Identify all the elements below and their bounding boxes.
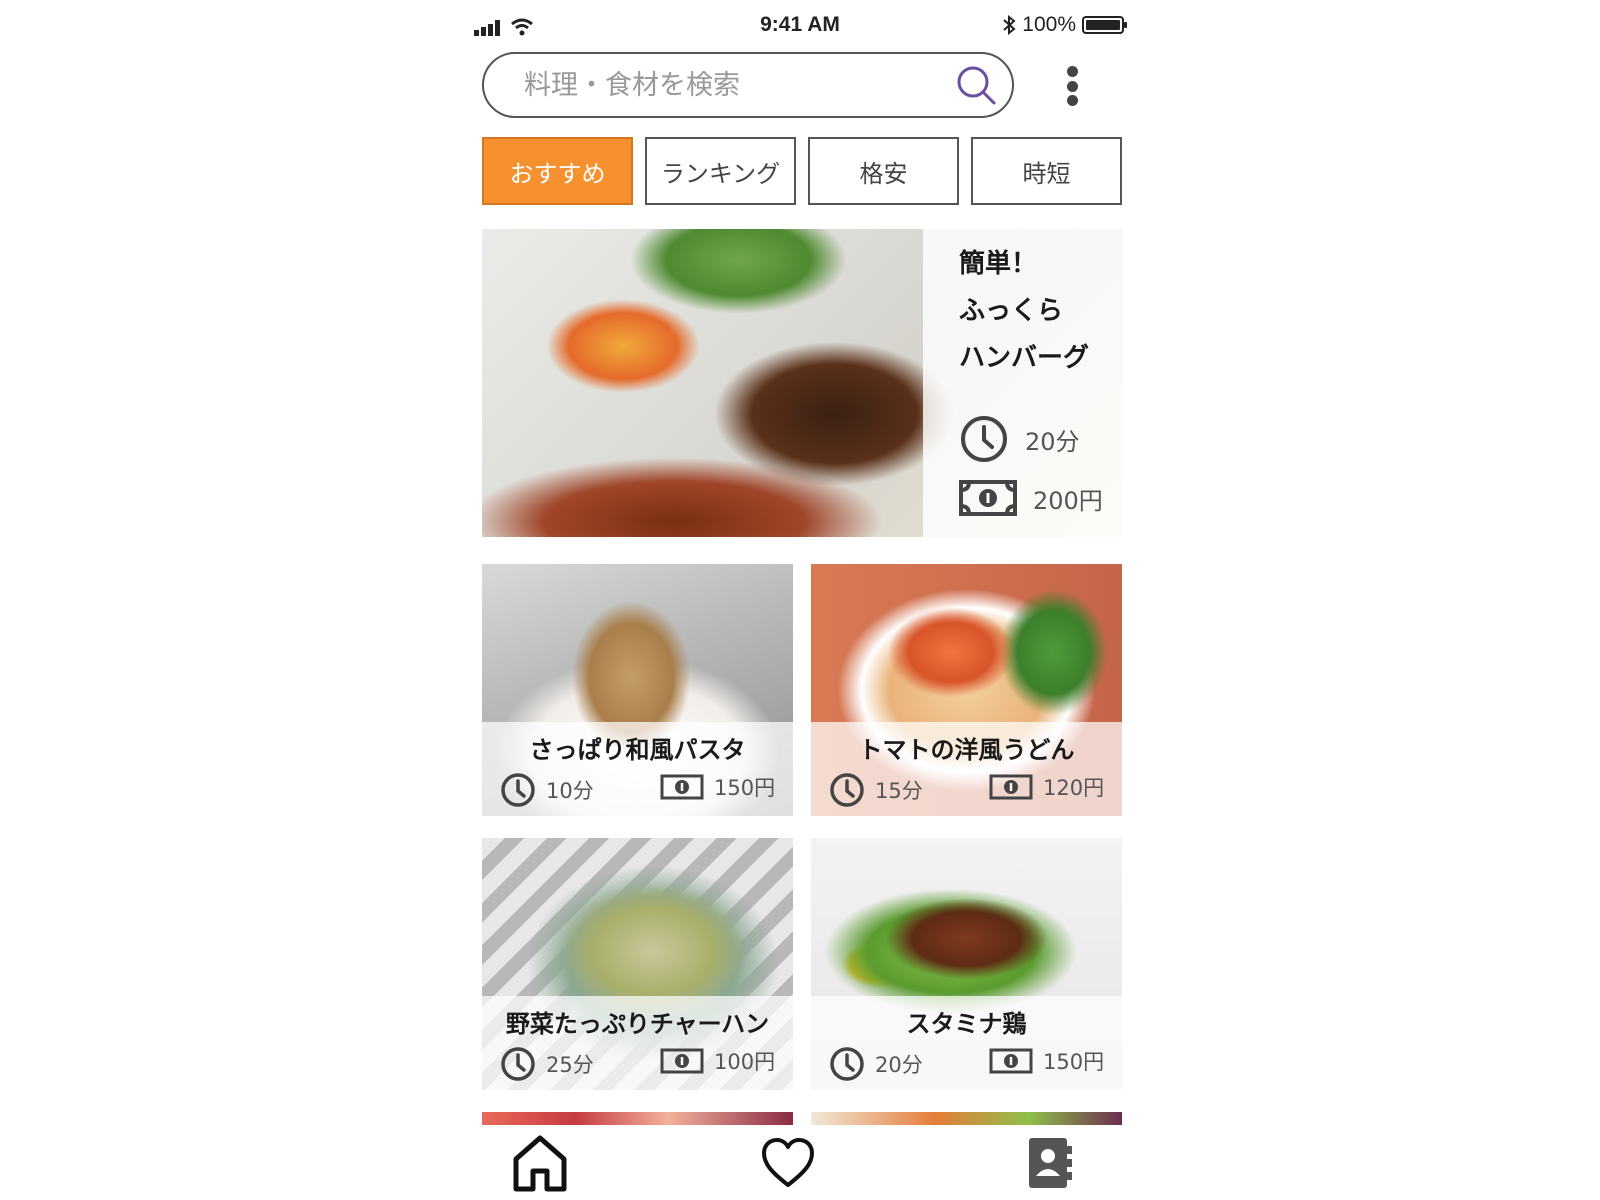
recipe-info-overlay: スタミナ鶏 20分 150円 <box>811 996 1122 1090</box>
search-input[interactable] <box>524 69 954 101</box>
phone-screen: 9:41 AM 100% おすすめ ランキング 格安 時短 簡単！ ふっくら ハ <box>464 0 1136 1200</box>
battery-percent: 100% <box>1022 13 1076 36</box>
tab-budget[interactable]: 格安 <box>808 137 959 205</box>
more-vertical-icon[interactable] <box>1052 62 1092 110</box>
recipe-time-value: 20分 <box>875 1053 923 1077</box>
recipe-name: 野菜たっぷりチャーハン <box>505 1010 770 1038</box>
money-icon <box>660 774 704 800</box>
contacts-icon <box>1029 1138 1072 1188</box>
recipe-info-overlay: さっぱり和風パスタ 10分 150円 <box>482 722 793 816</box>
recipe-price-value: 100円 <box>714 1050 776 1074</box>
featured-price-value: 200円 <box>1033 486 1103 515</box>
recipe-name: さっぱり和風パスタ <box>529 736 746 764</box>
recipe-card[interactable]: さっぱり和風パスタ 10分 150円 <box>482 564 793 816</box>
featured-title-line: 簡単！ <box>959 249 1038 279</box>
search-bar[interactable] <box>482 52 1014 118</box>
recipe-time-value: 15分 <box>875 779 923 803</box>
featured-time: 20分 <box>959 414 1080 464</box>
recipe-time-value: 10分 <box>546 779 594 803</box>
recipe-time: 20分 <box>829 1046 923 1082</box>
recipe-card[interactable]: スタミナ鶏 20分 150円 <box>811 838 1122 1090</box>
status-right: 100% <box>1002 13 1127 37</box>
recipe-card[interactable]: 野菜たっぷりチャーハン 25分 100円 <box>482 838 793 1090</box>
nav-contacts[interactable] <box>1018 1131 1082 1195</box>
money-icon <box>989 1048 1033 1074</box>
tab-ranking[interactable]: ランキング <box>645 137 796 205</box>
heart-icon <box>762 1138 814 1187</box>
recipe-info-overlay: トマトの洋風うどん 15分 120円 <box>811 722 1122 816</box>
nav-favorites[interactable] <box>756 1131 820 1195</box>
featured-recipe-card[interactable]: 簡単！ ふっくら ハンバーグ 20分 200円 <box>482 229 1123 537</box>
recipe-price: 150円 <box>660 772 775 802</box>
recipe-price: 100円 <box>660 1046 775 1076</box>
recipe-price-value: 150円 <box>1043 1050 1105 1074</box>
recipe-time: 10分 <box>500 772 594 808</box>
clock-icon <box>501 773 535 807</box>
recipe-time: 25分 <box>500 1046 594 1082</box>
recipe-price-value: 120円 <box>1043 776 1105 800</box>
clock-icon <box>961 416 1007 462</box>
featured-price: 200円 <box>959 480 1103 516</box>
category-tabs: おすすめ ランキング 格安 時短 <box>482 137 1122 205</box>
recipe-time-value: 25分 <box>546 1053 594 1077</box>
bottom-nav <box>464 1125 1136 1200</box>
battery-icon <box>1082 16 1127 34</box>
money-icon <box>660 1048 704 1074</box>
money-icon <box>989 774 1033 800</box>
recipe-name: スタミナ鶏 <box>906 1010 1027 1038</box>
money-icon <box>959 480 1017 516</box>
recipe-price: 120円 <box>989 772 1104 802</box>
tab-quick[interactable]: 時短 <box>971 137 1122 205</box>
featured-title-line: ハンバーグ <box>959 343 1090 373</box>
featured-time-value: 20分 <box>1025 427 1080 456</box>
clock-icon <box>830 773 864 807</box>
clock-icon <box>830 1047 864 1081</box>
recipe-card[interactable]: トマトの洋風うどん 15分 120円 <box>811 564 1122 816</box>
bluetooth-icon <box>1003 15 1016 35</box>
tab-recommended[interactable]: おすすめ <box>482 137 633 205</box>
featured-title-line: ふっくら <box>959 296 1064 326</box>
nav-home[interactable] <box>508 1131 572 1195</box>
home-icon <box>513 1135 567 1192</box>
recipe-time: 15分 <box>829 772 923 808</box>
search-icon[interactable] <box>954 63 998 107</box>
recipe-price: 150円 <box>989 1046 1104 1076</box>
status-bar: 9:41 AM 100% <box>464 8 1136 42</box>
clock-icon <box>501 1047 535 1081</box>
recipe-info-overlay: 野菜たっぷりチャーハン 25分 100円 <box>482 996 793 1090</box>
recipe-price-value: 150円 <box>714 776 776 800</box>
recipe-name: トマトの洋風うどん <box>858 736 1075 764</box>
featured-recipe-info: 簡単！ ふっくら ハンバーグ 20分 200円 <box>923 229 1123 537</box>
